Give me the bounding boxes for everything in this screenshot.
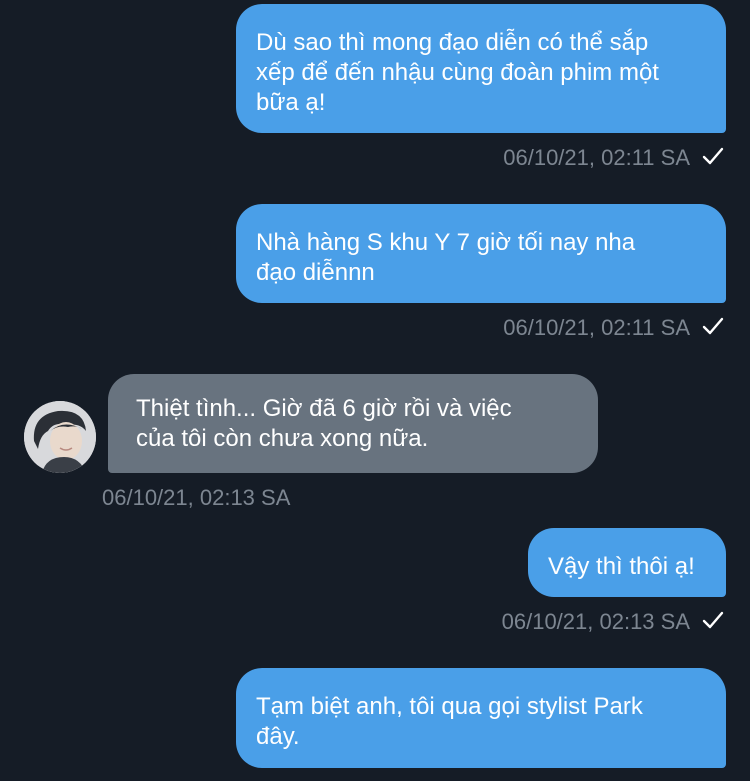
message-bubble-outgoing[interactable]: Tạm biệt anh, tôi qua gọi stylist Park đ…: [236, 668, 726, 768]
message-meta: 06/10/21, 02:13 SA: [102, 485, 290, 511]
message-bubble-incoming[interactable]: Thiệt tình... Giờ đã 6 giờ rồi và việc c…: [108, 374, 598, 473]
message-bubble-outgoing[interactable]: Dù sao thì mong đạo diễn có thể sắp xếp …: [236, 4, 726, 133]
message-meta: 06/10/21, 02:11 SA: [503, 315, 724, 341]
message-timestamp: 06/10/21, 02:13 SA: [501, 609, 690, 634]
checkmark-icon: [702, 315, 724, 337]
checkmark-icon: [702, 145, 724, 167]
message-timestamp: 06/10/21, 02:13 SA: [102, 485, 291, 510]
chat-thread: Dù sao thì mong đạo diễn có thể sắp xếp …: [0, 0, 750, 781]
message-bubble-outgoing[interactable]: Nhà hàng S khu Y 7 giờ tối nay nha đạo d…: [236, 204, 726, 303]
message-bubble-outgoing[interactable]: Vậy thì thôi ạ!: [528, 528, 726, 597]
avatar[interactable]: [24, 401, 96, 473]
message-meta: 06/10/21, 02:13 SA: [502, 609, 724, 635]
message-timestamp: 06/10/21, 02:11 SA: [503, 145, 690, 170]
message-timestamp: 06/10/21, 02:11 SA: [503, 315, 690, 340]
message-meta: 06/10/21, 02:11 SA: [503, 145, 724, 171]
checkmark-icon: [702, 609, 724, 631]
